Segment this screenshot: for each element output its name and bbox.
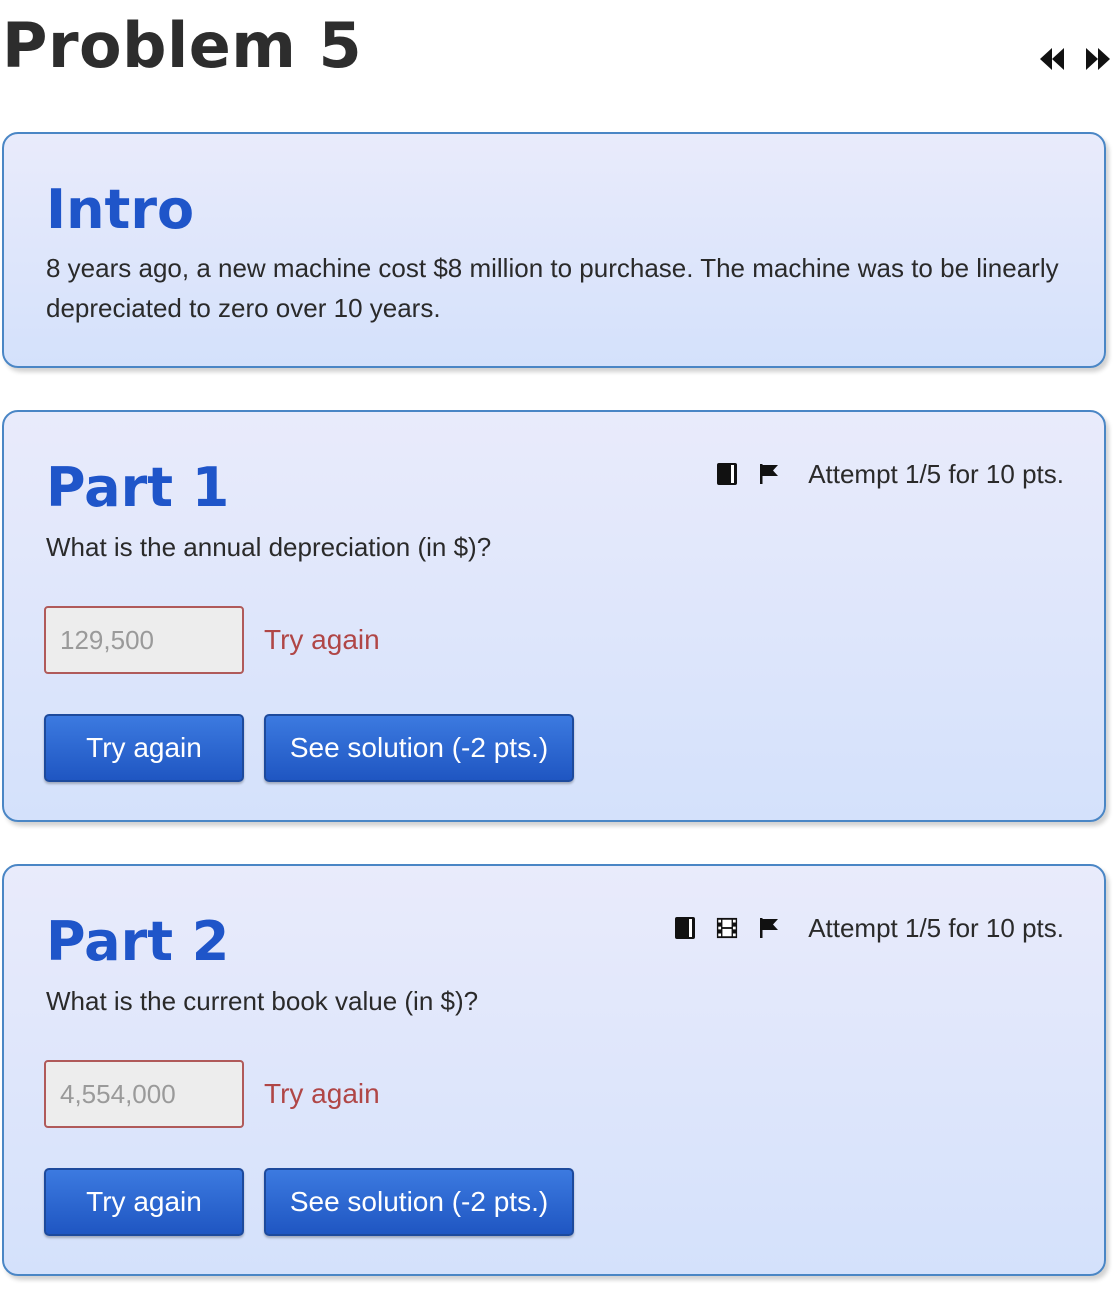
part-2-meta: Attempt 1/5 for 10 pts.	[674, 910, 1064, 946]
try-again-button[interactable]: Try again	[44, 714, 244, 782]
book-icon[interactable]	[674, 916, 696, 940]
try-again-button[interactable]: Try again	[44, 1168, 244, 1236]
book-icon[interactable]	[716, 462, 738, 486]
flag-icon[interactable]	[758, 916, 780, 940]
part-1-buttons: Try again See solution (-2 pts.)	[44, 714, 574, 782]
feedback-message: Try again	[264, 1078, 380, 1109]
page-title: Problem 5	[2, 9, 363, 82]
part-2-card: Part 2 Attempt 1/5 for 10 pts. What is t…	[2, 864, 1106, 1276]
part-1-heading: Part 1	[46, 456, 230, 519]
part-2-question: What is the current book value (in $)?	[46, 986, 479, 1016]
see-solution-button[interactable]: See solution (-2 pts.)	[264, 714, 574, 782]
part-1-answer-row: Try again	[44, 606, 380, 674]
flag-icon[interactable]	[758, 462, 780, 486]
feedback-message: Try again	[264, 624, 380, 655]
double-chevron-right-icon[interactable]	[1086, 46, 1110, 72]
part-1-meta: Attempt 1/5 for 10 pts.	[716, 456, 1064, 492]
answer-input[interactable]	[44, 606, 244, 674]
double-chevron-left-icon[interactable]	[1040, 46, 1064, 72]
answer-input[interactable]	[44, 1060, 244, 1128]
part-2-heading: Part 2	[46, 910, 230, 973]
intro-card: Intro 8 years ago, a new machine cost $8…	[2, 132, 1106, 368]
film-icon[interactable]	[716, 916, 738, 940]
intro-heading: Intro	[46, 178, 195, 241]
part-2-answer-row: Try again	[44, 1060, 380, 1128]
attempt-status: Attempt 1/5 for 10 pts.	[808, 458, 1064, 489]
attempt-status: Attempt 1/5 for 10 pts.	[808, 912, 1064, 943]
intro-text: 8 years ago, a new machine cost $8 milli…	[46, 253, 1059, 323]
problem-navigation	[1040, 46, 1110, 72]
part-2-buttons: Try again See solution (-2 pts.)	[44, 1168, 574, 1236]
part-1-card: Part 1 Attempt 1/5 for 10 pts. What is t…	[2, 410, 1106, 822]
part-1-question: What is the annual depreciation (in $)?	[46, 532, 492, 562]
see-solution-button[interactable]: See solution (-2 pts.)	[264, 1168, 574, 1236]
